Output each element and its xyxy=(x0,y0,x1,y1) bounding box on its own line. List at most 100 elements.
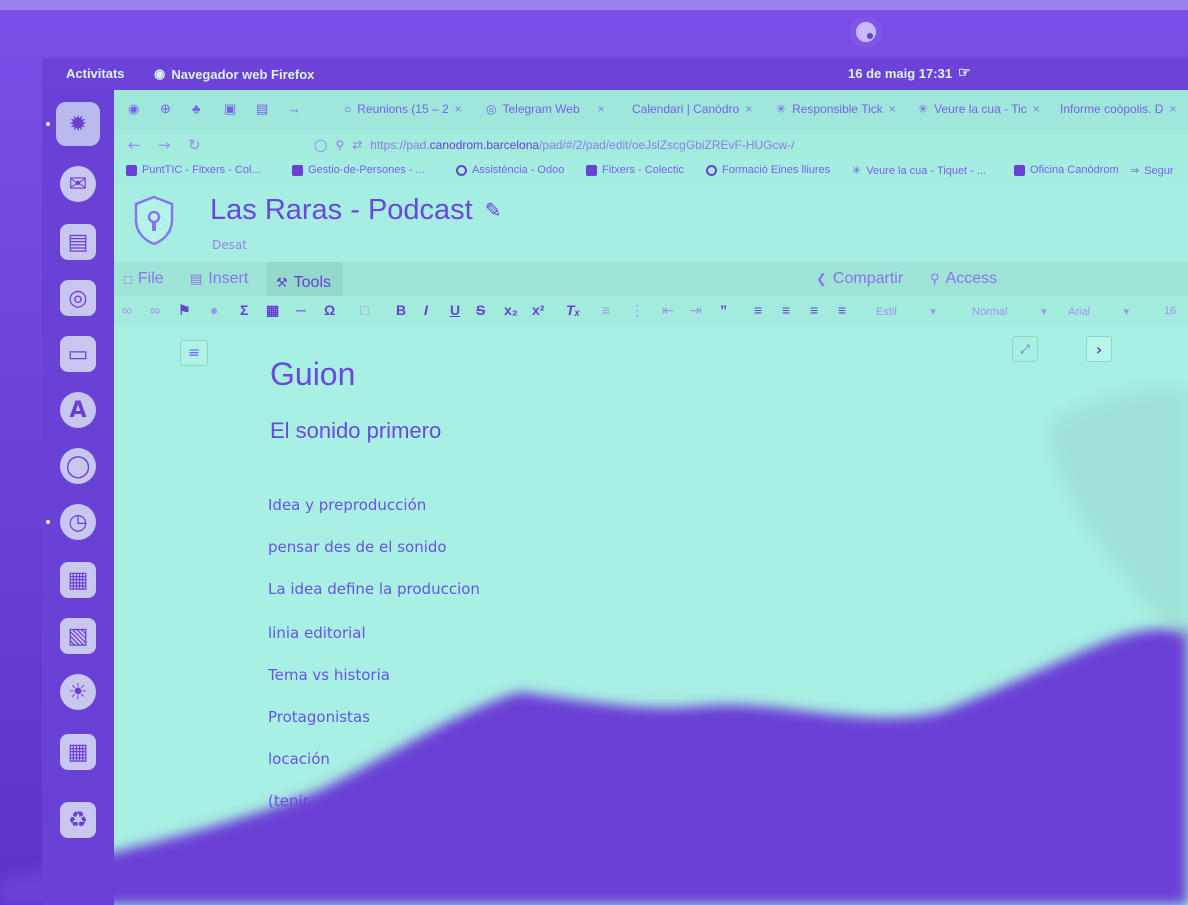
bullet-list-icon[interactable]: ⋮ xyxy=(630,302,644,319)
close-icon[interactable]: × xyxy=(455,102,462,116)
dock-calc[interactable]: ▦ xyxy=(56,558,100,602)
access-button[interactable]: ⚲ Access xyxy=(930,270,997,288)
indent-icon[interactable]: ⇥ xyxy=(690,302,702,319)
chevron-right-icon[interactable]: › xyxy=(1086,336,1112,362)
expand-icon[interactable]: ⤢ xyxy=(1012,336,1038,362)
activities-button[interactable]: Activitats xyxy=(66,66,125,81)
heading-2[interactable]: El sonido primero xyxy=(270,418,441,444)
preview-icon[interactable]: □ xyxy=(360,302,368,318)
shield-icon[interactable]: ◯ xyxy=(314,138,327,152)
strikethrough-icon[interactable]: S xyxy=(476,302,485,318)
dock-files[interactable]: ▭ xyxy=(56,332,100,376)
tab-informe[interactable]: Informe coòpolis. D × xyxy=(1060,102,1176,116)
dock-chromium[interactable]: ◯ xyxy=(56,444,100,488)
outdent-icon[interactable]: ⇤ xyxy=(662,302,674,319)
table-icon[interactable]: ▦ xyxy=(266,302,279,319)
dock-impress[interactable]: ▧ xyxy=(56,614,100,658)
unlink-icon[interactable]: ∞ xyxy=(150,302,160,318)
align-left-icon[interactable]: ≡ xyxy=(754,302,762,318)
dock-trash[interactable]: ♻ xyxy=(56,798,100,842)
close-icon[interactable]: × xyxy=(889,102,896,116)
clock[interactable]: 16 de maig 17:31 xyxy=(848,66,952,81)
quote-icon[interactable]: ” xyxy=(720,302,727,318)
heading-1[interactable]: Guion xyxy=(270,356,355,393)
close-icon[interactable]: × xyxy=(745,102,752,116)
special-char-icon[interactable]: Ω xyxy=(324,302,335,318)
subscript-icon[interactable]: x₂ xyxy=(504,302,518,318)
pinned-tab-icon[interactable]: ▣ xyxy=(224,102,238,116)
share-button[interactable]: ❮ Compartir xyxy=(816,270,903,288)
dock-software[interactable]: A xyxy=(56,388,100,432)
bookmark-item[interactable]: ✳ Veure la cua - Tiquet - ... xyxy=(852,164,986,178)
bookmark-item[interactable]: Assistència - Odoo xyxy=(456,164,564,176)
forward-icon[interactable]: → xyxy=(158,136,171,154)
reload-icon[interactable]: ↻ xyxy=(188,136,201,154)
math-icon[interactable]: Σ xyxy=(240,302,248,318)
notification-bell-icon[interactable]: ☞ xyxy=(958,64,971,81)
font-select[interactable]: Arial ▾ xyxy=(1068,305,1129,318)
permissions-icon[interactable]: ⇄ xyxy=(352,138,362,152)
clear-format-icon[interactable]: Tₓ xyxy=(566,302,580,318)
tab-reunions[interactable]: ○ Reunions (15 – 2 × xyxy=(344,102,462,116)
close-icon[interactable]: × xyxy=(1033,102,1040,116)
menu-file[interactable]: □ File xyxy=(124,270,164,288)
url-bar[interactable]: ◯ ⚲ ⇄ https://pad.canodrom.barcelona/pad… xyxy=(314,134,1174,156)
outline-toggle-icon[interactable]: ≡ xyxy=(180,340,208,366)
tab-responsible[interactable]: ✳ Responsible Tick × xyxy=(776,102,896,116)
paragraph[interactable]: Protagonistas xyxy=(268,708,370,726)
comment-icon[interactable]: ● xyxy=(210,302,218,318)
pad-title[interactable]: Las Raras - Podcast ✎ xyxy=(210,194,502,227)
tab-telegram[interactable]: ◎ Telegram Web × xyxy=(486,102,605,116)
close-icon[interactable]: × xyxy=(1169,102,1176,116)
cryptpad-logo-icon[interactable] xyxy=(132,194,176,246)
app-menu[interactable]: ◉ Navegador web Firefox xyxy=(154,66,314,82)
extension-icon[interactable]: ♣ xyxy=(192,102,206,116)
pencil-icon[interactable]: ✎ xyxy=(485,198,502,223)
pinned-tab-icon-2[interactable]: ▤ xyxy=(256,102,270,116)
flag-icon[interactable]: ⚑ xyxy=(178,302,191,319)
style-select[interactable]: Estil ▾ xyxy=(876,305,936,318)
format-select[interactable]: Normal ▾ xyxy=(972,305,1047,318)
bold-icon[interactable]: B xyxy=(396,302,406,318)
tab-calendari[interactable]: Calendari | Canòdro × xyxy=(632,102,752,116)
bookmark-item[interactable]: Formació Eines lliures xyxy=(706,164,830,176)
numbered-list-icon[interactable]: ≡ xyxy=(602,302,610,318)
lock-icon[interactable]: ⚲ xyxy=(335,138,344,152)
arrow-icon[interactable]: → xyxy=(288,102,302,116)
tab-veure-cua[interactable]: ✳ Veure la cua - Tic × xyxy=(918,102,1040,116)
dock-writer[interactable]: ▤ xyxy=(56,220,100,264)
bookmark-item[interactable]: Oficina Canòdrom xyxy=(1014,164,1119,176)
paragraph[interactable]: La idea define la produccion xyxy=(268,580,480,598)
bookmark-item[interactable]: PuntTIC - Fitxers - Col... xyxy=(126,164,261,176)
dock-show-apps[interactable]: ▦ xyxy=(56,730,100,774)
align-right-icon[interactable]: ≡ xyxy=(810,302,818,318)
size-select[interactable]: 16 xyxy=(1164,305,1176,317)
menu-tools[interactable]: ⚒ Tools xyxy=(266,262,344,296)
paragraph[interactable]: locación xyxy=(268,750,330,768)
dock-rhythmbox[interactable]: ◎ xyxy=(56,276,100,320)
paragraph[interactable]: (tenir xyxy=(268,792,309,810)
link-icon[interactable]: ∞ xyxy=(122,302,132,318)
globe-icon[interactable]: ⊕ xyxy=(160,102,174,116)
dock-screenshot[interactable]: ☀ xyxy=(56,670,100,714)
document-area[interactable]: ≡ ⤢ › Guion El sonido primero Idea y pre… xyxy=(114,326,1188,905)
superscript-icon[interactable]: x² xyxy=(532,302,544,318)
paragraph[interactable]: Tema vs historia xyxy=(268,666,390,684)
dock-firefox[interactable]: ✹ xyxy=(46,102,100,146)
paragraph[interactable]: pensar des de el sonido xyxy=(268,538,447,556)
bookmark-item[interactable]: Fitxers - Colectic xyxy=(586,164,684,176)
firefox-view-icon[interactable]: ◉ xyxy=(128,102,142,116)
underline-icon[interactable]: U xyxy=(450,302,460,318)
back-icon[interactable]: ← xyxy=(128,136,141,154)
justify-icon[interactable]: ≡ xyxy=(838,302,846,318)
paragraph[interactable]: Idea y preproducción xyxy=(268,496,426,514)
close-icon[interactable]: × xyxy=(598,102,605,116)
bookmark-item[interactable]: ⇒ Segur xyxy=(1130,164,1174,178)
horizontal-line-icon[interactable]: ─ xyxy=(296,302,306,318)
italic-icon[interactable]: I xyxy=(424,302,428,318)
align-center-icon[interactable]: ≡ xyxy=(782,302,790,318)
bookmark-item[interactable]: Gestio-de-Persones - ... xyxy=(292,164,425,176)
dock-timeshift[interactable]: ◷ xyxy=(46,500,100,544)
dock-thunderbird[interactable]: ✉ xyxy=(56,162,100,206)
menu-insert[interactable]: ▤ Insert xyxy=(190,270,248,288)
